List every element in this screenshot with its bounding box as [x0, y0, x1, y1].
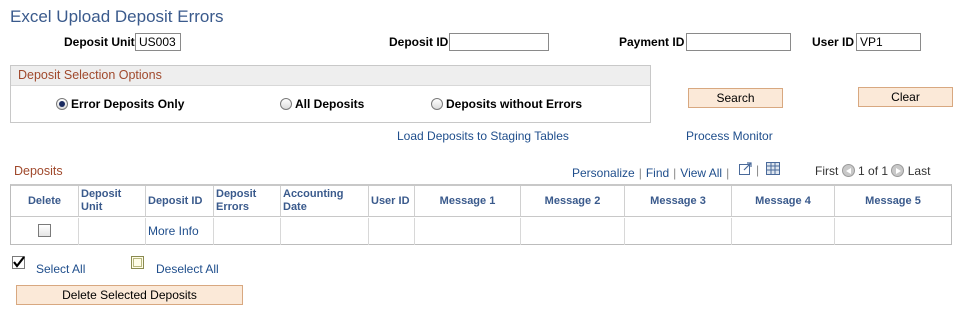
table-cell-deposit-id: More Info: [146, 218, 214, 245]
first-label: First: [815, 164, 839, 178]
radio-unselected-icon[interactable]: [280, 98, 292, 110]
more-info-link[interactable]: More Info: [148, 224, 199, 238]
column-header-message-1: Message 1: [415, 186, 521, 217]
search-button[interactable]: Search: [688, 88, 783, 108]
radio-selected-icon[interactable]: [56, 98, 68, 110]
table-cell-user-id: [369, 218, 415, 245]
deselect-all-link[interactable]: Deselect All: [156, 262, 219, 276]
radio-deposits-without-errors[interactable]: Deposits without Errors: [431, 97, 582, 111]
radio-unselected-icon[interactable]: [431, 98, 443, 110]
table-cell-message-3: [625, 218, 732, 245]
table-cell-message-5: [835, 218, 951, 245]
column-header-deposit-unit: Deposit Unit: [79, 186, 146, 217]
row-range: 1 of 1: [858, 164, 889, 178]
column-header-message-3: Message 3: [625, 186, 732, 217]
column-header-deposit-id: Deposit ID: [146, 186, 214, 217]
grid-toolbar: Personalize | Find | View All |: [572, 166, 730, 180]
table-cell-message-1: [415, 218, 521, 245]
column-header-message-5: Message 5: [835, 186, 951, 217]
deposits-grid: Delete Deposit Unit Deposit ID Deposit E…: [10, 184, 952, 245]
load-deposits-to-staging-link[interactable]: Load Deposits to Staging Tables: [397, 129, 569, 143]
deposit-unit-field[interactable]: [135, 33, 181, 51]
select-all-link[interactable]: Select All: [36, 262, 85, 276]
delete-row-checkbox[interactable]: [38, 224, 51, 237]
table-cell-deposit-unit: [79, 218, 146, 245]
table-cell-deposit-errors: [214, 218, 281, 245]
table-cell-message-2: [521, 218, 625, 245]
page-title: Excel Upload Deposit Errors: [10, 7, 224, 26]
view-all-link[interactable]: View All: [680, 166, 722, 180]
download-grid-icon[interactable]: [766, 162, 780, 175]
delete-selected-deposits-button[interactable]: Delete Selected Deposits: [16, 285, 243, 305]
table-cell-message-4: [732, 218, 835, 245]
deposit-id-label: Deposit ID: [389, 35, 449, 49]
deposit-unit-label: Deposit Unit: [64, 35, 135, 49]
column-header-deposit-errors: Deposit Errors: [214, 186, 281, 217]
user-id-label: User ID: [812, 35, 855, 49]
table-cell-accounting-date: [281, 218, 369, 245]
column-header-message-4: Message 4: [732, 186, 835, 217]
personalize-link[interactable]: Personalize: [572, 166, 635, 180]
radio-label: All Deposits: [295, 97, 365, 111]
find-link[interactable]: Find: [646, 166, 669, 180]
column-header-accounting-date: Accounting Date: [281, 186, 369, 217]
table-cell-delete: [11, 218, 79, 245]
grid-navigation: First 1 of 1 Last: [815, 164, 930, 178]
deposits-grid-title: Deposits: [14, 164, 63, 178]
payment-id-label: Payment ID: [619, 35, 685, 49]
new-window-icon[interactable]: [739, 162, 753, 175]
column-header-delete: Delete: [11, 186, 79, 217]
radio-label: Error Deposits Only: [71, 97, 185, 111]
process-monitor-link[interactable]: Process Monitor: [686, 129, 773, 143]
column-header-user-id: User ID: [369, 186, 415, 217]
radio-label: Deposits without Errors: [446, 97, 583, 111]
deposit-selection-options-title: Deposit Selection Options: [11, 66, 650, 86]
column-header-message-2: Message 2: [521, 186, 625, 217]
deposit-selection-options-box: Deposit Selection Options Error Deposits…: [10, 65, 651, 123]
radio-all-deposits[interactable]: All Deposits: [280, 97, 364, 111]
clear-button[interactable]: Clear: [858, 87, 953, 107]
payment-id-field[interactable]: [686, 33, 791, 51]
user-id-field[interactable]: [856, 33, 921, 51]
next-arrow-icon[interactable]: [891, 164, 905, 177]
deposit-id-field[interactable]: [449, 33, 549, 51]
previous-arrow-icon[interactable]: [841, 164, 855, 177]
empty-checkbox-icon[interactable]: [131, 256, 145, 270]
radio-error-deposits-only[interactable]: Error Deposits Only: [56, 97, 184, 111]
last-label: Last: [907, 164, 931, 178]
checkmark-icon[interactable]: [12, 256, 26, 270]
